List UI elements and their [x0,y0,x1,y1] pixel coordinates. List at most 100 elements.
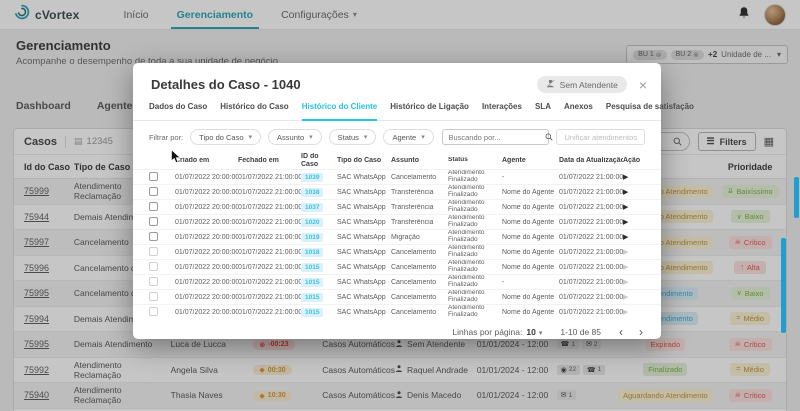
chevron-down-icon: ▾ [309,133,313,141]
col-data-da-atualizacao: Data da Atualização [559,157,623,165]
subject: Cancelamento [391,309,448,316]
modal-tabs: Dados do Caso Histórico do Caso Históric… [133,102,661,121]
rows-per-page: Linhas por página:10▾ [452,327,542,337]
page-scrollbar-thumb[interactable] [794,177,799,218]
closed-at: 01/07/2022 21:00:00 [238,294,301,301]
play-icon[interactable]: ▶ [623,249,628,256]
row-checkbox[interactable] [149,247,158,256]
agent-name: Nome do Agente [502,309,559,316]
tab-interacoes[interactable]: Interações [482,102,522,120]
col-agente: Agente [502,157,559,165]
agent-name: Nome do Agente [502,204,559,211]
subject: Cancelamento [391,279,448,286]
unify-attendances-button[interactable]: Unificar atendimentos [556,129,645,145]
tab-dados-do-caso[interactable]: Dados do Caso [149,102,207,120]
status: Atendimento Finalizado [448,260,502,273]
row-checkbox[interactable] [149,202,158,211]
closed-at: 01/07/2022 21:00:00 [238,309,301,316]
tab-historico-de-ligacao[interactable]: Histórico de Ligação [390,102,469,120]
agent-name: Nome do Agente [502,249,559,256]
agent-name: Nome do Agente [502,294,559,301]
tab-pesquisa-de-satisfacao[interactable]: Pesquisa de satisfação [606,102,694,120]
tab-historico-do-caso[interactable]: Histórico do Caso [220,102,288,120]
closed-at: 01/07/2022 21:00:00 [238,189,301,196]
case-id-badge[interactable]: 1015 [301,293,323,302]
case-id-badge[interactable]: 1018 [301,248,323,257]
col-fechado-em: Fechado em [238,157,301,165]
subject: Transferência [391,219,448,226]
previous-page-button[interactable]: ‹ [619,326,623,338]
agent-name: Nome do Agente [502,219,559,226]
case-type: SAC WhatsApp [337,294,391,301]
tab-anexos[interactable]: Anexos [564,102,593,120]
filter-tipo-do-caso[interactable]: Tipo do Caso▾ [190,129,261,145]
row-checkbox[interactable] [149,277,158,286]
case-id-badge[interactable]: 1019 [301,233,323,242]
row-checkbox[interactable] [149,232,158,241]
case-type: SAC WhatsApp [337,249,391,256]
case-type: SAC WhatsApp [337,219,391,226]
case-id-badge[interactable]: 1015 [301,308,323,317]
created-at: 01/07/2022 20:00:00 [175,294,238,301]
row-checkbox[interactable] [149,307,158,316]
history-row: 01/07/2022 20:00:00 01/07/2022 21:00:00 … [133,304,661,319]
next-page-button[interactable]: › [639,326,643,338]
play-icon[interactable]: ▶ [623,219,628,226]
mouse-cursor [170,149,181,170]
case-id-badge[interactable]: 1037 [301,203,323,212]
row-checkbox[interactable] [149,262,158,271]
history-search-field[interactable] [442,129,549,145]
created-at: 01/07/2022 20:00:00 [175,219,238,226]
close-icon[interactable]: × [639,78,647,92]
row-checkbox[interactable] [149,217,158,226]
play-icon[interactable]: ▶ [623,189,628,196]
play-icon[interactable]: ▶ [623,309,628,316]
agent-name: Nome do Agente [502,234,559,241]
subject: Cancelamento [391,294,448,301]
case-id-badge[interactable]: 1015 [301,278,323,287]
created-at: 01/07/2022 20:00:00 [175,279,238,286]
modal-title: Detalhes do Caso - 1040 [151,77,301,92]
history-row: 01/07/2022 20:00:00 01/07/2022 21:00:00 … [133,214,661,229]
play-icon[interactable]: ▶ [623,174,628,181]
col-tipo-do-caso: Tipo do Caso [337,157,391,165]
filter-agente[interactable]: Agente▾ [383,129,433,145]
case-id-badge[interactable]: 1039 [301,173,323,182]
tab-historico-do-cliente[interactable]: Histórico do Cliente [302,102,378,121]
created-at: 01/07/2022 20:00:00 [175,174,238,181]
chevron-down-icon: ▾ [421,133,425,141]
play-icon[interactable]: ▶ [623,204,628,211]
updated-at: 01/07/2022 21:00:00 [559,204,623,211]
pagination-bar: Linhas por página:10▾ 1-10 de 85 ‹ › [133,319,661,338]
status: Atendimento Finalizado [448,245,502,258]
subject: Cancelamento [391,174,448,181]
play-icon[interactable]: ▶ [623,264,628,271]
updated-at: 01/07/2022 21:00:00 [559,174,623,181]
filter-assunto[interactable]: Assunto▾ [268,129,322,145]
row-checkbox[interactable] [149,187,158,196]
updated-at: 01/07/2022 21:00:00 [559,219,623,226]
col-acao: Ação [623,157,645,165]
history-row: 01/07/2022 20:00:00 01/07/2022 21:00:00 … [133,184,661,199]
case-id-badge[interactable]: 1020 [301,218,323,227]
tab-sla[interactable]: SLA [535,102,551,120]
created-at: 01/07/2022 20:00:00 [175,204,238,211]
status: Atendimento Finalizado [448,200,502,213]
agent-name: - [502,174,559,181]
case-type: SAC WhatsApp [337,234,391,241]
search-input[interactable] [448,133,545,142]
created-at: 01/07/2022 20:00:00 [175,189,238,196]
play-icon[interactable]: ▶ [623,279,628,286]
play-icon[interactable]: ▶ [623,294,628,301]
play-icon[interactable]: ▶ [623,234,628,241]
filter-status[interactable]: Status▾ [329,129,377,145]
case-id-badge[interactable]: 1038 [301,188,323,197]
case-id-badge[interactable]: 1015 [301,263,323,272]
table-scrollbar-thumb[interactable] [781,238,786,333]
case-details-modal: Detalhes do Caso - 1040 Sem Atendente × … [133,63,661,339]
subject: Transferência [391,189,448,196]
rows-per-page-value[interactable]: 10 [526,327,535,337]
row-checkbox[interactable] [149,292,158,301]
pagination-range: 1-10 de 85 [560,327,601,337]
row-checkbox[interactable] [149,172,158,181]
